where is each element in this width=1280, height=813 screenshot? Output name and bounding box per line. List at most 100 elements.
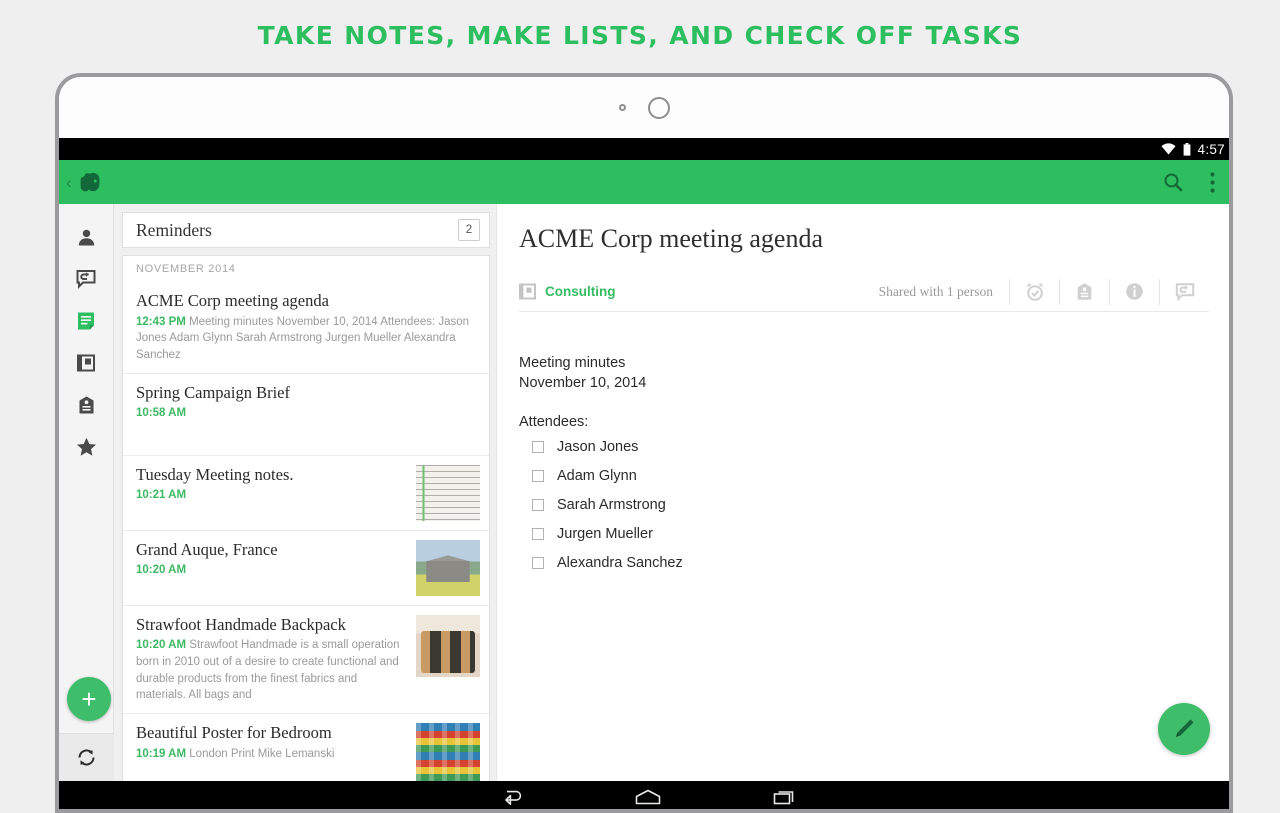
checkbox-icon[interactable]: [532, 441, 544, 454]
tags-icon: [79, 396, 93, 414]
sensor-dot-icon: [618, 104, 626, 111]
note-detail-toolbar: Consulting Shared with 1 person: [519, 272, 1209, 312]
note-content[interactable]: Meeting minutes November 10, 2014 Attend…: [519, 312, 1209, 578]
checkbox-icon[interactable]: [532, 470, 544, 483]
sidebar-item-notes[interactable]: [59, 300, 114, 342]
month-label: NOVEMBER 2014: [136, 263, 236, 275]
notebooks-icon: [77, 354, 95, 372]
note-meta: 10:20 AM Strawfoot Handmade is a small o…: [136, 637, 408, 704]
app-bar: ‹: [59, 160, 1229, 204]
note-title: Tuesday Meeting notes.: [136, 464, 294, 484]
note-time: 10:58 AM: [136, 407, 187, 420]
note-meta: 10:21 AM: [136, 487, 408, 504]
front-camera-icon: [647, 96, 670, 119]
todo-label: Jason Jones: [557, 439, 639, 456]
sidebar-item-tags[interactable]: [59, 384, 114, 426]
reminder-button[interactable]: [1009, 278, 1059, 305]
note-meta: 10:58 AM: [136, 405, 472, 422]
note-snippet: Meeting minutes November 10, 2014 Attend…: [136, 315, 470, 361]
sidebar-item-shortcuts[interactable]: [59, 426, 114, 468]
evernote-elephant-icon[interactable]: [79, 169, 105, 195]
share-chat-icon: [1175, 282, 1194, 301]
android-recents-icon[interactable]: [771, 787, 799, 807]
sidebar-item-work-chat[interactable]: [59, 258, 114, 300]
list-item[interactable]: ACME Corp meeting agenda 12:43 PM Meetin…: [123, 282, 489, 373]
list-item[interactable]: Spring Campaign Brief 10:58 AM: [123, 372, 489, 455]
edit-note-fab[interactable]: [1158, 703, 1210, 755]
tag-icon: [1077, 283, 1092, 300]
notebook-icon: [519, 283, 536, 300]
android-home-icon[interactable]: [633, 787, 663, 807]
todo-item[interactable]: Adam Glynn: [519, 462, 1209, 491]
checkbox-icon[interactable]: [532, 557, 544, 570]
barn-photo-thumbnail: [416, 539, 480, 596]
sidebar-item-account[interactable]: [59, 216, 114, 258]
sidebar-item-notebooks[interactable]: [59, 342, 114, 384]
todo-item[interactable]: Jason Jones: [519, 433, 1209, 462]
notes-list: ACME Corp meeting agenda 12:43 PM Meetin…: [122, 282, 490, 781]
overflow-menu-icon[interactable]: [1210, 171, 1215, 193]
android-back-icon[interactable]: [497, 787, 525, 807]
info-icon: [1126, 283, 1143, 300]
tablet-device-frame: 4:57 ‹ + Reminders 2 NOVEMBER 2014 ACME …: [55, 73, 1233, 813]
account-icon: [78, 229, 94, 245]
note-meta: 10:20 AM: [136, 562, 408, 579]
star-icon: [76, 437, 96, 456]
attendees-label: Attendees:: [519, 414, 589, 431]
battery-icon: [1183, 142, 1190, 156]
note-time: 10:21 AM: [136, 489, 187, 502]
search-icon[interactable]: [1162, 171, 1184, 193]
new-note-fab[interactable]: +: [67, 677, 111, 721]
note-time: 10:19 AM: [136, 747, 187, 760]
todo-item[interactable]: Sarah Armstrong: [519, 491, 1209, 520]
body-line-2: November 10, 2014: [519, 374, 647, 391]
note-snippet: London Print Mike Lemanski: [189, 747, 335, 760]
note-time: 10:20 AM: [136, 639, 187, 652]
pencil-icon: [1176, 719, 1194, 737]
todo-label: Jurgen Mueller: [557, 526, 653, 543]
reminders-count-badge: 2: [458, 219, 480, 241]
status-clock: 4:57: [1197, 141, 1225, 157]
todo-label: Alexandra Sanchez: [557, 555, 683, 572]
sync-button[interactable]: [59, 733, 114, 781]
reminders-row[interactable]: Reminders 2: [122, 212, 490, 248]
note-detail-pane: ACME Corp meeting agenda Consulting Shar…: [496, 204, 1229, 781]
todo-item[interactable]: Alexandra Sanchez: [519, 549, 1209, 578]
note-meta: 12:43 PM Meeting minutes November 10, 20…: [136, 314, 472, 364]
note-title: ACME Corp meeting agenda: [136, 291, 329, 310]
tag-button[interactable]: [1059, 278, 1109, 305]
body-line-1: Meeting minutes: [519, 355, 626, 371]
checkbox-icon[interactable]: [532, 528, 544, 541]
notebook-name: Consulting: [545, 284, 616, 299]
reminders-label: Reminders: [136, 219, 212, 240]
month-section-header: NOVEMBER 2014: [122, 255, 490, 282]
back-chevron-icon[interactable]: ‹: [66, 174, 72, 191]
todo-label: Sarah Armstrong: [557, 497, 666, 514]
list-item[interactable]: Strawfoot Handmade Backpack 10:20 AM Str…: [123, 604, 489, 713]
chat-shortcut-icon: [76, 270, 96, 289]
wifi-icon: [1161, 143, 1176, 155]
reminder-alarm-icon: [1026, 282, 1043, 301]
notes-list-panel[interactable]: Reminders 2 NOVEMBER 2014 ACME Corp meet…: [114, 204, 496, 781]
note-title: Grand Auque, France: [136, 539, 278, 559]
list-item[interactable]: Tuesday Meeting notes. 10:21 AM: [123, 454, 489, 530]
checkbox-icon[interactable]: [532, 499, 544, 512]
note-title: Strawfoot Handmade Backpack: [136, 614, 346, 634]
share-button[interactable]: [1159, 278, 1209, 305]
android-status-bar: 4:57: [59, 138, 1229, 160]
handwritten-notes-thumbnail: [416, 464, 480, 521]
device-screen: 4:57 ‹ + Reminders 2 NOVEMBER 2014 ACME …: [59, 138, 1229, 809]
android-nav-bar: [59, 781, 1229, 809]
info-button[interactable]: [1109, 278, 1159, 305]
note-title: Spring Campaign Brief: [136, 382, 290, 402]
note-time: 10:20 AM: [136, 564, 187, 577]
list-item[interactable]: Grand Auque, France 10:20 AM: [123, 529, 489, 605]
notebook-chip[interactable]: Consulting: [519, 283, 616, 300]
todo-item[interactable]: Jurgen Mueller: [519, 520, 1209, 549]
app-body: + Reminders 2 NOVEMBER 2014 ACME Corp me…: [59, 204, 1229, 781]
poster-art-thumbnail: [416, 722, 480, 781]
page-title: ACME Corp meeting agenda: [519, 224, 823, 253]
list-item[interactable]: Beautiful Poster for Bedroom 10:19 AM Lo…: [123, 712, 489, 781]
todo-label: Adam Glynn: [557, 468, 637, 485]
device-bezel-top: [59, 77, 1229, 138]
